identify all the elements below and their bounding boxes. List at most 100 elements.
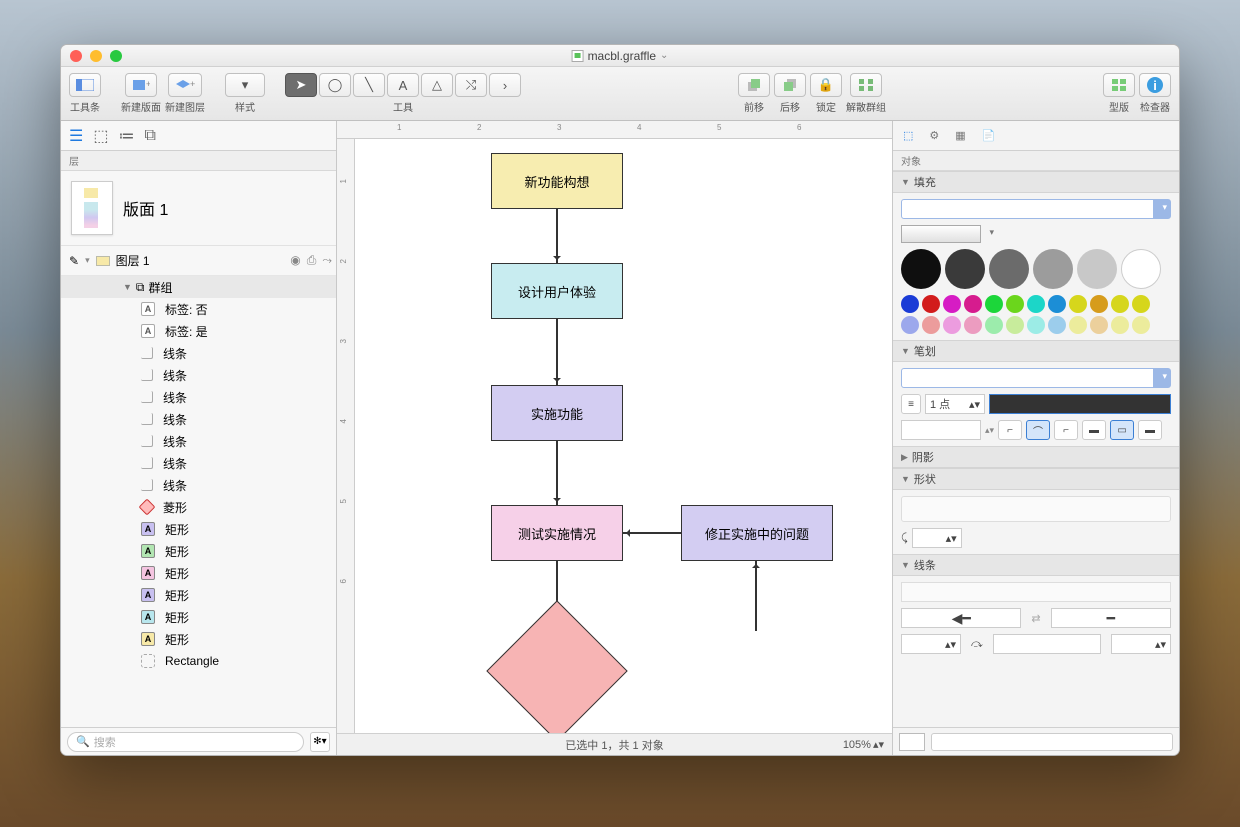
corner-bevel[interactable]: ⌐ bbox=[1054, 420, 1078, 440]
selection-tool[interactable]: ➤ bbox=[285, 73, 317, 97]
line-start-select[interactable]: ◀━ bbox=[901, 608, 1021, 628]
swatch[interactable] bbox=[1048, 316, 1066, 334]
search-input[interactable]: 🔍 搜索 bbox=[67, 732, 304, 752]
tree-item[interactable]: A标签: 是 bbox=[61, 320, 336, 342]
lock-icon[interactable]: ⤳ bbox=[322, 253, 332, 268]
flow-box-2[interactable]: 设计用户体验 bbox=[491, 263, 623, 319]
swap-ends-icon[interactable]: ⇄ bbox=[1031, 612, 1040, 625]
cap-square[interactable]: ▬ bbox=[1138, 420, 1162, 440]
stroke-position-button[interactable]: ≡ bbox=[901, 394, 921, 414]
layer-row[interactable]: ✎ ▾ 图层 1 ◉ ⎙ ⤳ bbox=[61, 246, 336, 276]
toggle-sidebar-button[interactable] bbox=[69, 73, 101, 97]
document-tab-icon[interactable]: 📄 bbox=[982, 129, 996, 142]
flow-box-4[interactable]: 测试实施情况 bbox=[491, 505, 623, 561]
corner-round[interactable]: ⌒ bbox=[1026, 420, 1050, 440]
swatch[interactable] bbox=[985, 316, 1003, 334]
swatch[interactable] bbox=[1132, 316, 1150, 334]
swatch[interactable] bbox=[985, 295, 1003, 313]
inspector-button[interactable]: i bbox=[1139, 73, 1171, 97]
corner-radius-input[interactable]: ▴▾ bbox=[912, 528, 962, 548]
fill-preview-select[interactable] bbox=[901, 225, 981, 243]
swatch[interactable] bbox=[1069, 295, 1087, 313]
ungroup-button[interactable] bbox=[850, 73, 882, 97]
tree-item[interactable]: 线条 bbox=[61, 364, 336, 386]
arrow-icon[interactable] bbox=[755, 561, 757, 631]
outline-tab-icon[interactable]: ≔ bbox=[118, 126, 134, 146]
cap-round[interactable]: ▭ bbox=[1110, 420, 1134, 440]
zoom-control[interactable]: 105% ▴▾ bbox=[843, 738, 884, 751]
swatch[interactable] bbox=[901, 316, 919, 334]
pen-tool[interactable]: △ bbox=[421, 73, 453, 97]
canvas-tab-icon[interactable]: ▦ bbox=[955, 129, 965, 142]
swatch[interactable] bbox=[1027, 316, 1045, 334]
lock-button[interactable]: 🔒 bbox=[810, 73, 842, 97]
tree-item[interactable]: A标签: 否 bbox=[61, 298, 336, 320]
line-section-header[interactable]: ▼线条 bbox=[893, 554, 1179, 576]
tree-item[interactable]: 线条 bbox=[61, 430, 336, 452]
swatch[interactable] bbox=[1006, 295, 1024, 313]
tree-item[interactable]: A矩形 bbox=[61, 518, 336, 540]
swatch[interactable] bbox=[943, 295, 961, 313]
print-icon[interactable]: ⎙ bbox=[307, 253, 317, 268]
tree-item[interactable]: A矩形 bbox=[61, 606, 336, 628]
tree-item[interactable]: 线条 bbox=[61, 342, 336, 364]
swatch[interactable] bbox=[1077, 249, 1117, 289]
stroke-width-input[interactable]: 1 点▴▾ bbox=[925, 394, 985, 414]
swatch[interactable] bbox=[1132, 295, 1150, 313]
swatch[interactable] bbox=[1111, 316, 1129, 334]
arrow-icon[interactable] bbox=[623, 532, 681, 534]
tree-item[interactable]: Rectangle bbox=[61, 650, 336, 672]
maximize-icon[interactable] bbox=[110, 50, 122, 62]
shape-picker[interactable] bbox=[901, 496, 1171, 522]
new-layer-button[interactable]: + bbox=[168, 73, 202, 97]
arrow-icon[interactable] bbox=[556, 209, 558, 263]
swatch[interactable] bbox=[1090, 316, 1108, 334]
shape-section-header[interactable]: ▼形状 bbox=[893, 468, 1179, 490]
tree-item[interactable]: A矩形 bbox=[61, 628, 336, 650]
line-start-size[interactable]: ▴▾ bbox=[901, 634, 961, 654]
swatch[interactable] bbox=[964, 295, 982, 313]
flow-box-5[interactable]: 修正实施中的问题 bbox=[681, 505, 833, 561]
object-tab-icon[interactable]: ⬚ bbox=[903, 129, 913, 142]
cap-butt[interactable]: ▬ bbox=[1082, 420, 1106, 440]
tree-item[interactable]: A矩形 bbox=[61, 584, 336, 606]
swatch[interactable] bbox=[922, 316, 940, 334]
swatch[interactable] bbox=[1027, 295, 1045, 313]
corner-miter[interactable]: ⌐ bbox=[998, 420, 1022, 440]
style-dropdown-button[interactable]: ▾ bbox=[225, 73, 265, 97]
flow-box-1[interactable]: 新功能构想 bbox=[491, 153, 623, 209]
visibility-icon[interactable]: ◉ bbox=[290, 253, 300, 268]
swatch[interactable] bbox=[901, 295, 919, 313]
line-type-select[interactable] bbox=[901, 582, 1171, 602]
line-hop-select[interactable] bbox=[993, 634, 1101, 654]
arrow-icon[interactable] bbox=[556, 319, 558, 385]
swatch[interactable] bbox=[901, 249, 941, 289]
guides-tab-icon[interactable]: ⬚ bbox=[93, 126, 108, 146]
tree-item[interactable]: 线条 bbox=[61, 408, 336, 430]
line-end-size[interactable]: ▴▾ bbox=[1111, 634, 1171, 654]
swatch[interactable] bbox=[1090, 295, 1108, 313]
swatch[interactable] bbox=[945, 249, 985, 289]
tree-item[interactable]: 线条 bbox=[61, 452, 336, 474]
send-backward-button[interactable] bbox=[774, 73, 806, 97]
opacity-slider[interactable] bbox=[931, 733, 1173, 751]
tree-item[interactable]: 线条 bbox=[61, 474, 336, 496]
flow-diamond[interactable] bbox=[486, 600, 627, 733]
canvas-thumbnail-row[interactable]: 版面 1 bbox=[61, 171, 336, 246]
color-well[interactable] bbox=[899, 733, 925, 751]
swatch[interactable] bbox=[1048, 295, 1066, 313]
stroke-section-header[interactable]: ▼笔划 bbox=[893, 340, 1179, 362]
stroke-color-well[interactable] bbox=[901, 420, 981, 440]
minimize-icon[interactable] bbox=[90, 50, 102, 62]
arrow-icon[interactable] bbox=[556, 441, 558, 505]
stencils-button[interactable] bbox=[1103, 73, 1135, 97]
document-title[interactable]: macbl.graffle ⌄ bbox=[572, 49, 669, 63]
properties-tab-icon[interactable]: ⚙ bbox=[929, 129, 939, 142]
swatch[interactable] bbox=[989, 249, 1029, 289]
new-canvas-button[interactable]: + bbox=[125, 73, 157, 97]
zoom-stepper[interactable]: ▴▾ bbox=[873, 738, 884, 751]
swatch[interactable] bbox=[1121, 249, 1161, 289]
chevron-down-icon[interactable]: ▾ bbox=[85, 255, 90, 266]
selection-tab-icon[interactable]: ⧉ bbox=[144, 127, 155, 145]
stroke-dash-select[interactable] bbox=[989, 394, 1171, 414]
